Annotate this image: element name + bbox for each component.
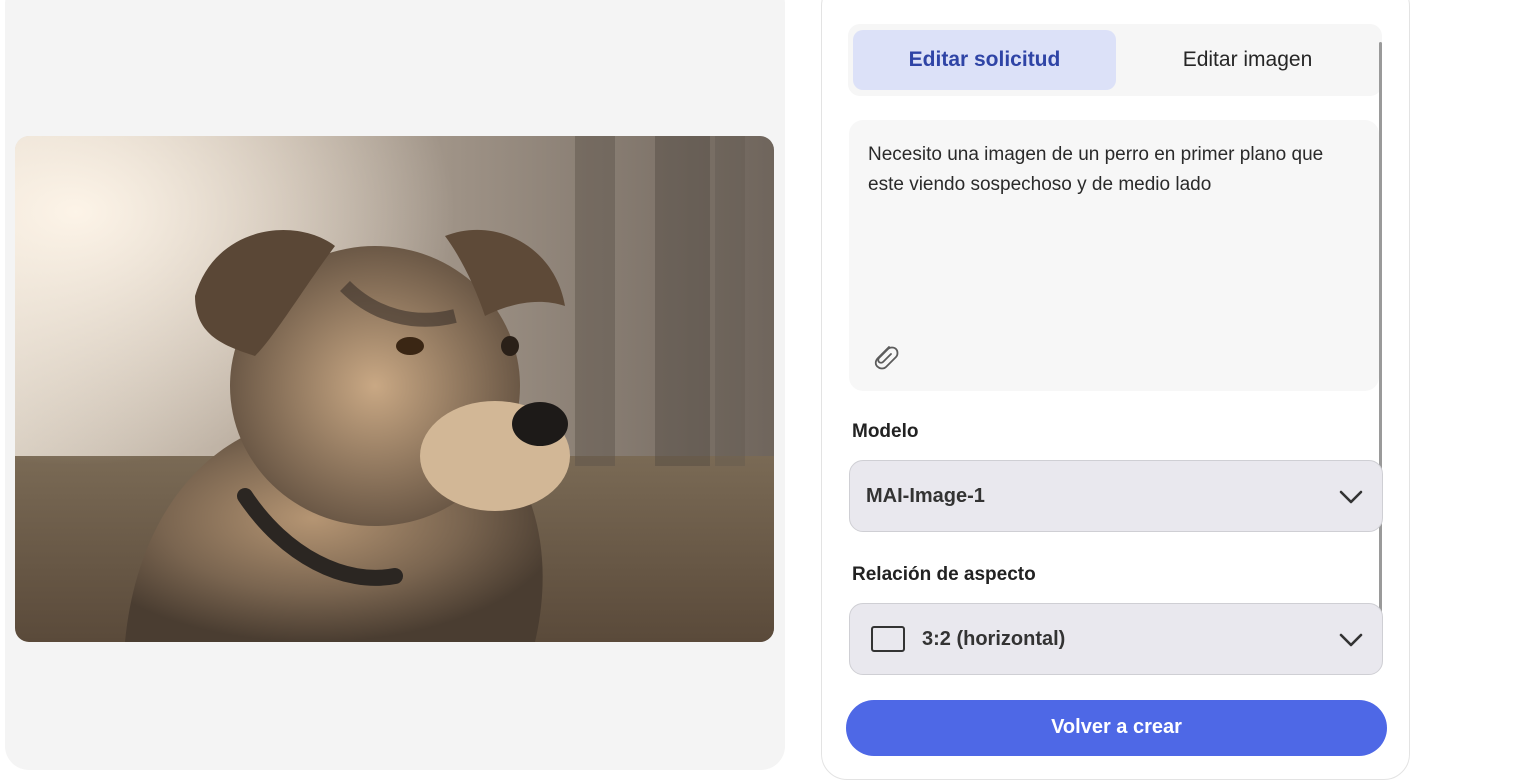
- aspect-ratio-select[interactable]: 3:2 (horizontal): [849, 603, 1383, 675]
- chevron-down-icon: [1339, 490, 1363, 504]
- aspect-ratio-label: Relación de aspecto: [852, 564, 1036, 585]
- chevron-down-icon: [1339, 633, 1363, 647]
- prompt-textarea[interactable]: Necesito una imagen de un perro en prime…: [849, 120, 1379, 391]
- model-label: Modelo: [852, 421, 919, 442]
- model-select[interactable]: MAI-Image-1: [849, 460, 1383, 532]
- tab-edit-prompt[interactable]: Editar solicitud: [853, 30, 1116, 90]
- aspect-ratio-selected-value: 3:2 (horizontal): [922, 628, 1066, 650]
- rectangle-landscape-icon: [871, 626, 905, 652]
- recreate-button[interactable]: Volver a crear: [846, 700, 1387, 756]
- prompt-text[interactable]: Necesito una imagen de un perro en prime…: [868, 140, 1358, 200]
- model-selected-value: MAI-Image-1: [866, 485, 985, 507]
- paperclip-icon[interactable]: [867, 338, 903, 374]
- scrollbar[interactable]: [1379, 42, 1382, 654]
- generated-image[interactable]: [15, 136, 774, 642]
- tab-bar: Editar solicitud Editar imagen: [848, 24, 1382, 96]
- tab-edit-image[interactable]: Editar imagen: [1116, 30, 1379, 90]
